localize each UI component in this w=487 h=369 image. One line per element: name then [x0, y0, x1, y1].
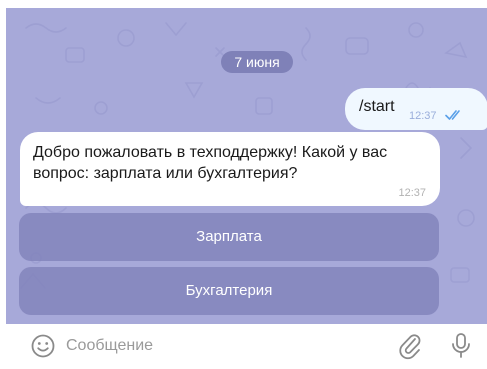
keyboard-button-accounting[interactable]: Бухгалтерия: [19, 267, 439, 315]
keyboard-button-salary[interactable]: Зарплата: [19, 213, 439, 261]
microphone-icon[interactable]: [450, 332, 472, 360]
emoji-icon[interactable]: [30, 333, 56, 359]
message-input[interactable]: [66, 332, 366, 360]
chat-area: 7 июня /start 12:37 Добро пожаловать в т…: [6, 8, 487, 324]
outgoing-message-text: /start: [359, 98, 395, 115]
incoming-message-time: 12:37: [398, 187, 426, 199]
incoming-message-bubble: Добро пожаловать в техподдержку! Какой у…: [20, 132, 440, 206]
outgoing-message-bubble: /start 12:37: [345, 88, 487, 130]
paperclip-icon[interactable]: [398, 332, 422, 360]
double-check-icon: [445, 110, 460, 120]
incoming-message-text: Добро пожаловать в техподдержку! Какой у…: [33, 144, 388, 182]
message-input-bar: [0, 324, 487, 369]
date-label: 7 июня: [221, 51, 293, 73]
outgoing-message-time: 12:37: [409, 110, 437, 122]
